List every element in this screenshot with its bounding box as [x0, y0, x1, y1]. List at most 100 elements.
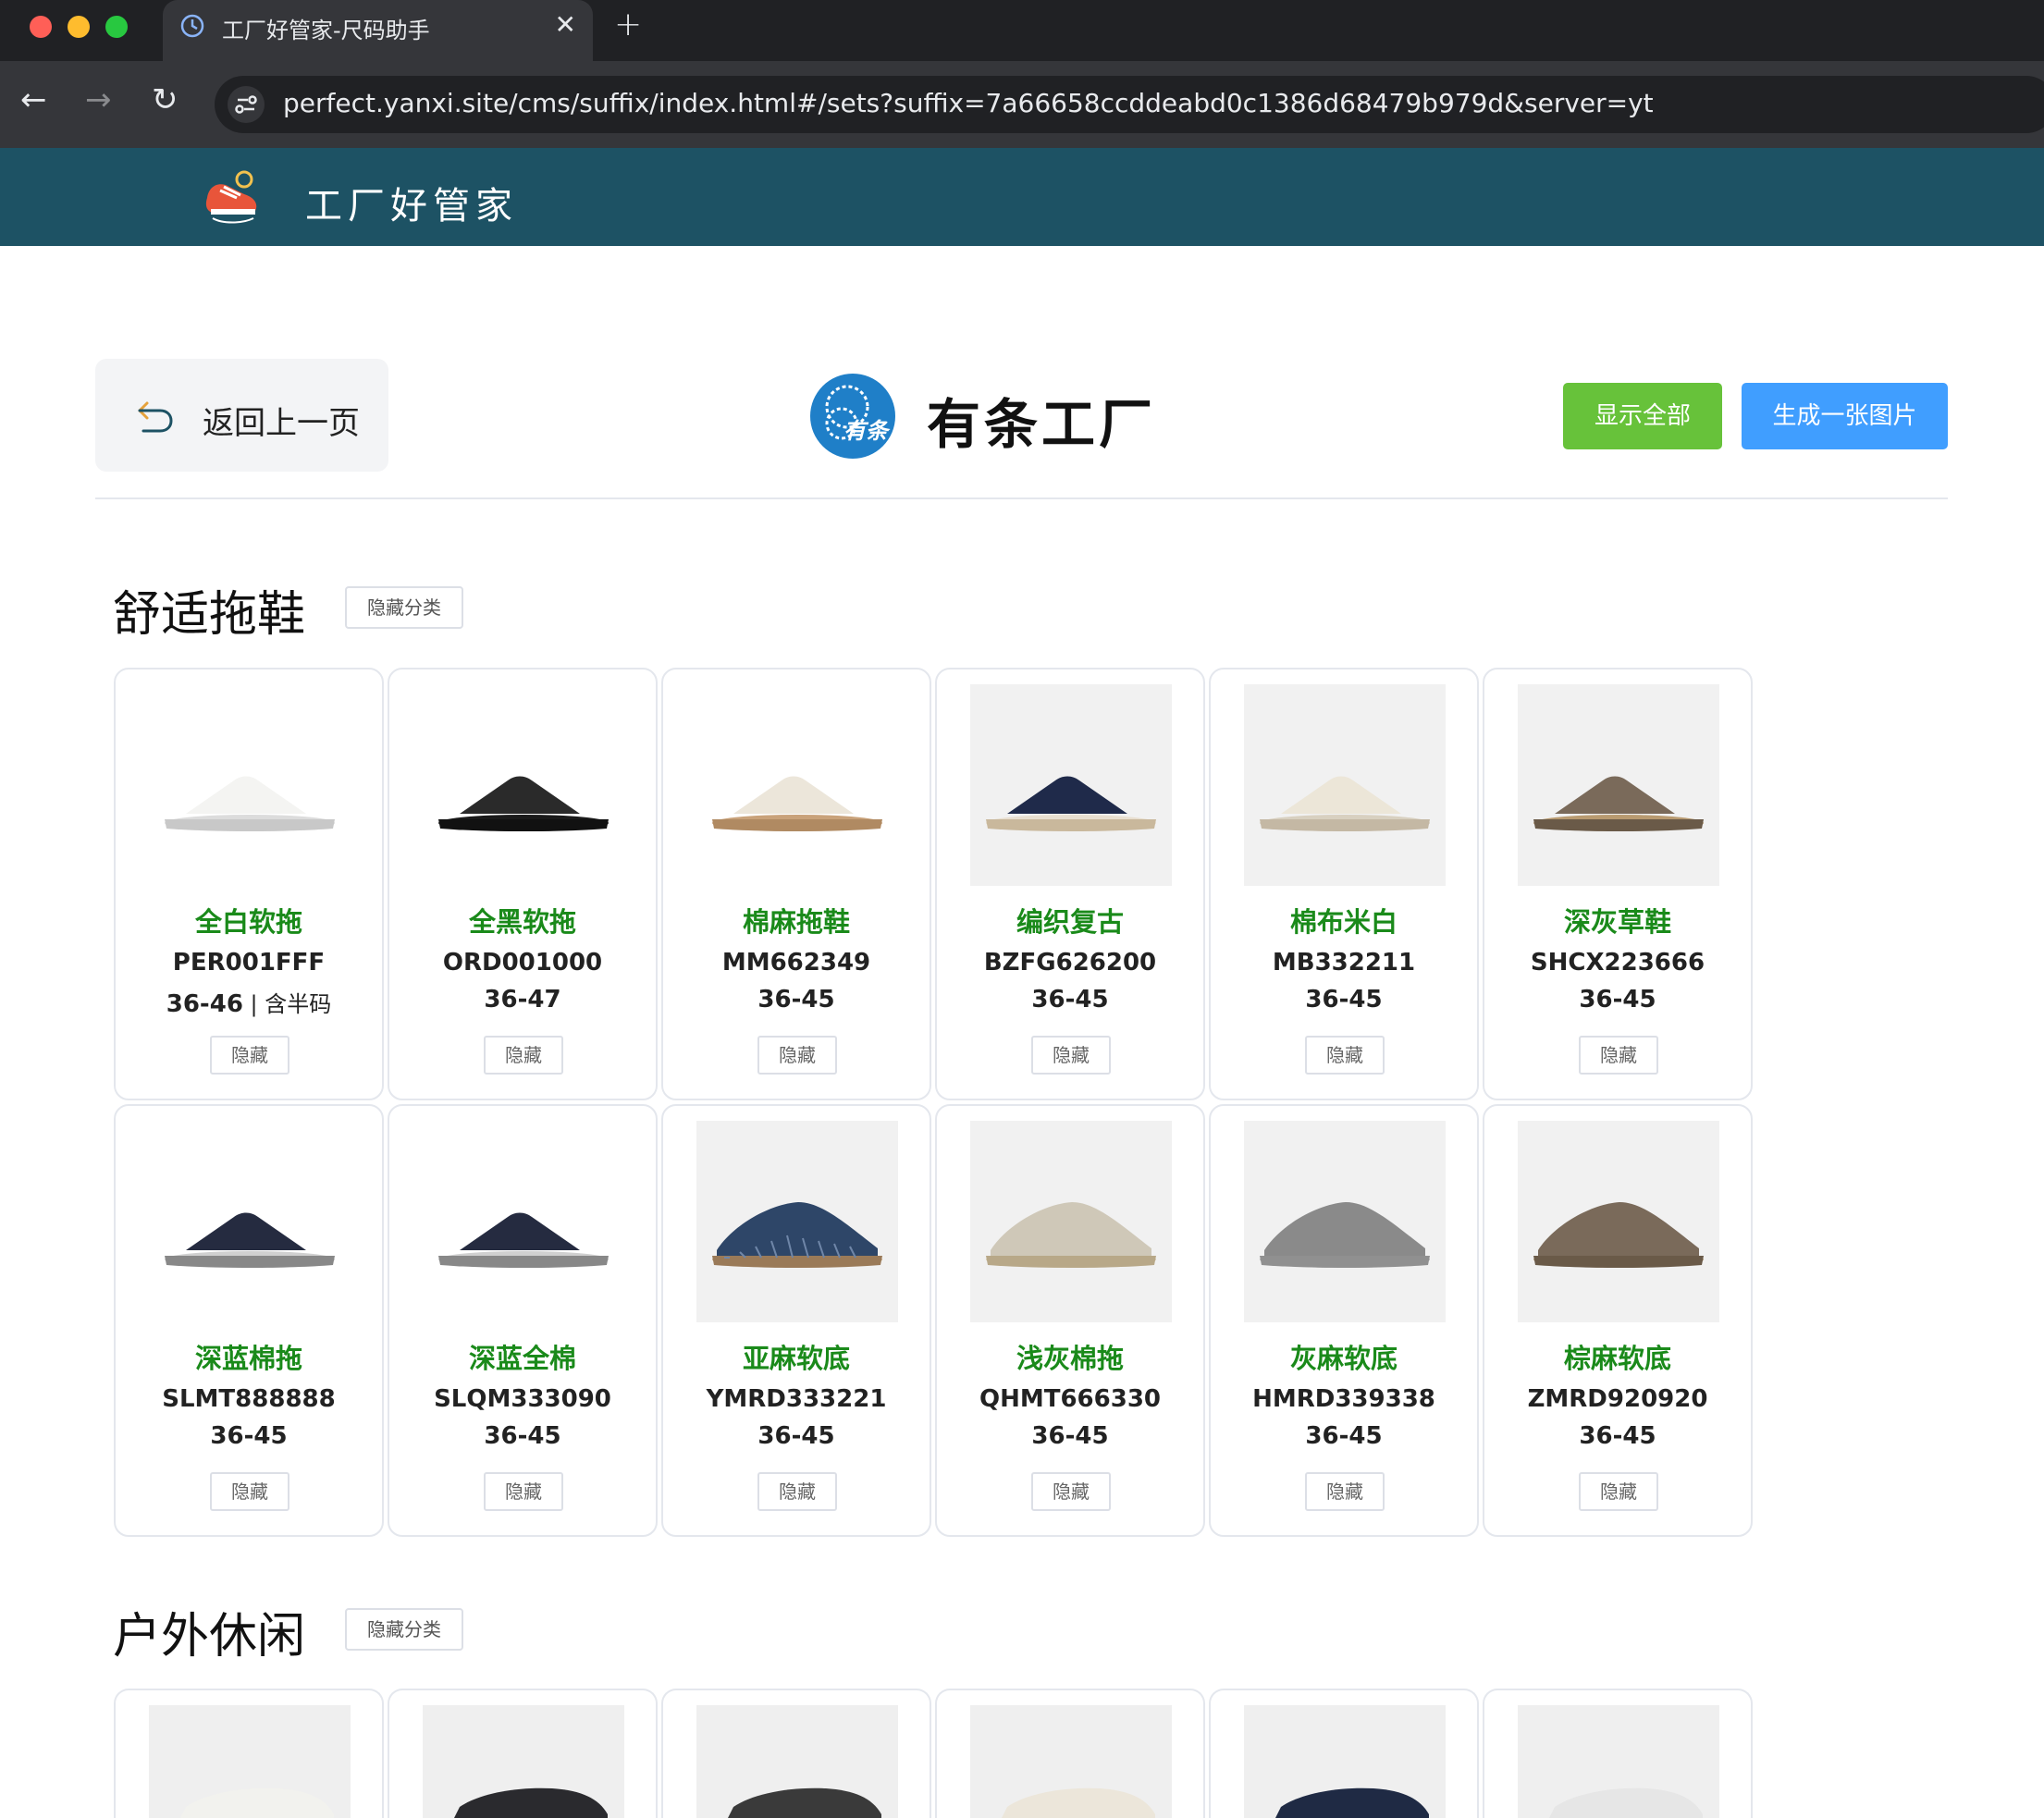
- reload-icon[interactable]: ↻: [152, 81, 179, 118]
- product-card[interactable]: [114, 1689, 384, 1818]
- product-card[interactable]: 全白软拖 PER001FFF 36-46 | 含半码 隐藏: [114, 668, 384, 1100]
- black-sneaker-icon: [423, 1705, 624, 1818]
- hide-item-button[interactable]: 隐藏: [210, 1472, 289, 1511]
- back-arrow-icon[interactable]: ←: [20, 81, 47, 118]
- product-size-range: 36-45: [116, 1422, 382, 1450]
- product-size-range: 36-45: [663, 1422, 930, 1450]
- tab-title: 工厂好管家-尺码助手: [222, 18, 430, 43]
- light-sneaker-icon: [1518, 1705, 1719, 1818]
- product-code: HMRD339338: [1252, 1385, 1435, 1413]
- product-size-range: 36-45: [663, 986, 930, 1013]
- navy-slipper-icon: [149, 1121, 351, 1322]
- generate-image-button[interactable]: 生成一张图片: [1742, 383, 1948, 449]
- product-name: 亚麻软底: [742, 1343, 850, 1374]
- brown-linen-slipper-icon: [1518, 1121, 1719, 1322]
- new-tab-button[interactable]: +: [614, 6, 642, 43]
- sneaker-logo-icon: [205, 170, 257, 224]
- size-range-value: 36-47: [484, 986, 561, 1013]
- window-minimize-button[interactable]: [68, 16, 90, 38]
- product-name: 编织复古: [1016, 906, 1124, 938]
- product-card[interactable]: [388, 1689, 658, 1818]
- hide-item-button[interactable]: 隐藏: [484, 1036, 563, 1075]
- product-card[interactable]: [661, 1689, 931, 1818]
- product-card[interactable]: 深灰草鞋 SHCX223666 36-45 隐藏: [1483, 668, 1753, 1100]
- product-code: PER001FFF: [172, 949, 326, 977]
- back-button[interactable]: 返回上一页: [95, 359, 388, 472]
- striped-slipper-icon: [696, 1121, 898, 1322]
- size-range-value: 36-45: [1031, 986, 1109, 1013]
- product-name: 深蓝全棉: [468, 1343, 576, 1374]
- product-card[interactable]: 棕麻软底 ZMRD920920 36-45 隐藏: [1483, 1104, 1753, 1537]
- product-size-range: 36-45: [1484, 986, 1751, 1013]
- window-zoom-button[interactable]: [105, 16, 128, 38]
- product-card[interactable]: [1483, 1689, 1753, 1818]
- product-size-range: 36-46 | 含半码: [116, 986, 382, 1018]
- product-code: MB332211: [1272, 949, 1416, 977]
- size-range-value: 36-45: [757, 1422, 835, 1450]
- product-card[interactable]: 棉麻拖鞋 MM662349 36-45 隐藏: [661, 668, 931, 1100]
- hide-category-button[interactable]: 隐藏分类: [345, 586, 463, 629]
- dark-grey-sneaker-icon: [696, 1705, 898, 1818]
- product-size-range: 36-45: [937, 1422, 1203, 1450]
- product-card[interactable]: [1209, 1689, 1479, 1818]
- hide-item-button[interactable]: 隐藏: [210, 1036, 289, 1075]
- beige-slipper-icon: [1244, 684, 1446, 886]
- size-range-value: 36-46: [166, 990, 243, 1018]
- product-name: 浅灰棉拖: [1016, 1343, 1124, 1374]
- tab-close-icon[interactable]: ✕: [555, 9, 576, 40]
- back-button-label: 返回上一页: [203, 405, 360, 442]
- product-size-range: 36-45: [1484, 1422, 1751, 1450]
- hide-item-button[interactable]: 隐藏: [757, 1036, 837, 1075]
- browser-tab[interactable]: 工厂好管家-尺码助手 ✕: [163, 0, 593, 61]
- hide-item-button[interactable]: 隐藏: [757, 1472, 837, 1511]
- product-card[interactable]: 亚麻软底 YMRD333221 36-45 隐藏: [661, 1104, 931, 1537]
- product-card[interactable]: 编织复古 BZFG626200 36-45 隐藏: [935, 668, 1205, 1100]
- tab-favicon-icon: [180, 14, 204, 38]
- product-card[interactable]: 浅灰棉拖 QHMT666330 36-45 隐藏: [935, 1104, 1205, 1537]
- site-settings-icon[interactable]: [228, 86, 265, 123]
- white-slide-icon: [149, 684, 351, 886]
- hide-item-button[interactable]: 隐藏: [1305, 1472, 1385, 1511]
- product-card[interactable]: 深蓝全棉 SLQM333090 36-45 隐藏: [388, 1104, 658, 1537]
- factory-logo: 有条: [810, 374, 895, 459]
- size-range-value: 36-45: [210, 1422, 288, 1450]
- product-code: SHCX223666: [1530, 949, 1705, 977]
- hide-category-button[interactable]: 隐藏分类: [345, 1608, 463, 1651]
- size-note: | 含半码: [242, 991, 332, 1017]
- category-title: 舒适拖鞋: [113, 587, 306, 643]
- factory-logo-text: 有条: [843, 418, 888, 444]
- forward-arrow-icon[interactable]: →: [85, 81, 112, 118]
- woven-slipper-icon: [970, 684, 1172, 886]
- url-text[interactable]: perfect.yanxi.site/cms/suffix/index.html…: [283, 88, 1654, 118]
- product-code: YMRD333221: [706, 1385, 887, 1413]
- product-size-range: 36-45: [1211, 1422, 1477, 1450]
- address-bar[interactable]: perfect.yanxi.site/cms/suffix/index.html…: [215, 76, 2044, 133]
- hide-item-button[interactable]: 隐藏: [1579, 1472, 1658, 1511]
- window-close-button[interactable]: [30, 16, 52, 38]
- grey-linen-slipper-icon: [1244, 1121, 1446, 1322]
- product-name: 棉布米白: [1289, 906, 1398, 938]
- product-size-range: 36-47: [389, 986, 656, 1013]
- product-card[interactable]: [935, 1689, 1205, 1818]
- product-name: 全黑软拖: [468, 906, 576, 938]
- hide-item-button[interactable]: 隐藏: [484, 1472, 563, 1511]
- product-card[interactable]: 全黑软拖 ORD001000 36-47 隐藏: [388, 668, 658, 1100]
- size-range-value: 36-45: [1305, 986, 1383, 1013]
- cream-sneaker-icon: [970, 1705, 1172, 1818]
- product-size-range: 36-45: [1211, 986, 1477, 1013]
- hide-item-button[interactable]: 隐藏: [1031, 1036, 1111, 1075]
- hide-item-button[interactable]: 隐藏: [1579, 1036, 1658, 1075]
- product-name: 深灰草鞋: [1563, 906, 1671, 938]
- hide-item-button[interactable]: 隐藏: [1305, 1036, 1385, 1075]
- browser-toolbar: ← → ↻ perfect.yanxi.site/cms/suffix/inde…: [0, 61, 2044, 148]
- product-card[interactable]: 灰麻软底 HMRD339338 36-45 隐藏: [1209, 1104, 1479, 1537]
- product-code: ORD001000: [442, 949, 603, 977]
- size-range-value: 36-45: [1031, 1422, 1109, 1450]
- app-header: 工厂好管家: [0, 148, 2044, 246]
- hide-item-button[interactable]: 隐藏: [1031, 1472, 1111, 1511]
- show-all-button[interactable]: 显示全部: [1563, 383, 1722, 449]
- product-size-range: 36-45: [389, 1422, 656, 1450]
- product-card[interactable]: 棉布米白 MB332211 36-45 隐藏: [1209, 668, 1479, 1100]
- product-code: QHMT666330: [979, 1385, 1161, 1413]
- product-card[interactable]: 深蓝棉拖 SLMT888888 36-45 隐藏: [114, 1104, 384, 1537]
